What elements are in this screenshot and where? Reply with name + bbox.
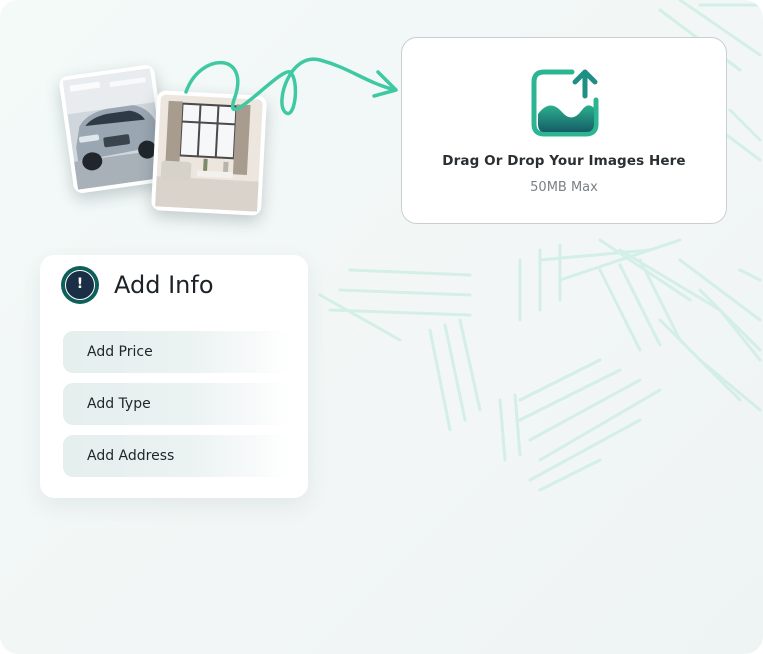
dropzone-size-limit: 50MB Max bbox=[530, 180, 598, 195]
info-alert-glyph: ! bbox=[65, 270, 95, 300]
image-upload-icon bbox=[531, 69, 599, 137]
arrow-icon bbox=[184, 57, 398, 116]
image-dropzone[interactable]: Drag Or Drop Your Images Here 50MB Max bbox=[401, 37, 727, 224]
add-price-field[interactable]: Add Price bbox=[63, 331, 291, 373]
info-alert-icon: ! bbox=[61, 266, 99, 304]
add-type-field[interactable]: Add Type bbox=[63, 383, 291, 425]
add-info-card: ! Add Info Add Price Add Type Add Addres… bbox=[40, 255, 308, 498]
add-info-title: Add Info bbox=[114, 271, 214, 299]
add-address-field[interactable]: Add Address bbox=[63, 435, 291, 477]
upload-canvas: Drag Or Drop Your Images Here 50MB Max !… bbox=[0, 0, 763, 654]
dropzone-title: Drag Or Drop Your Images Here bbox=[442, 153, 686, 169]
